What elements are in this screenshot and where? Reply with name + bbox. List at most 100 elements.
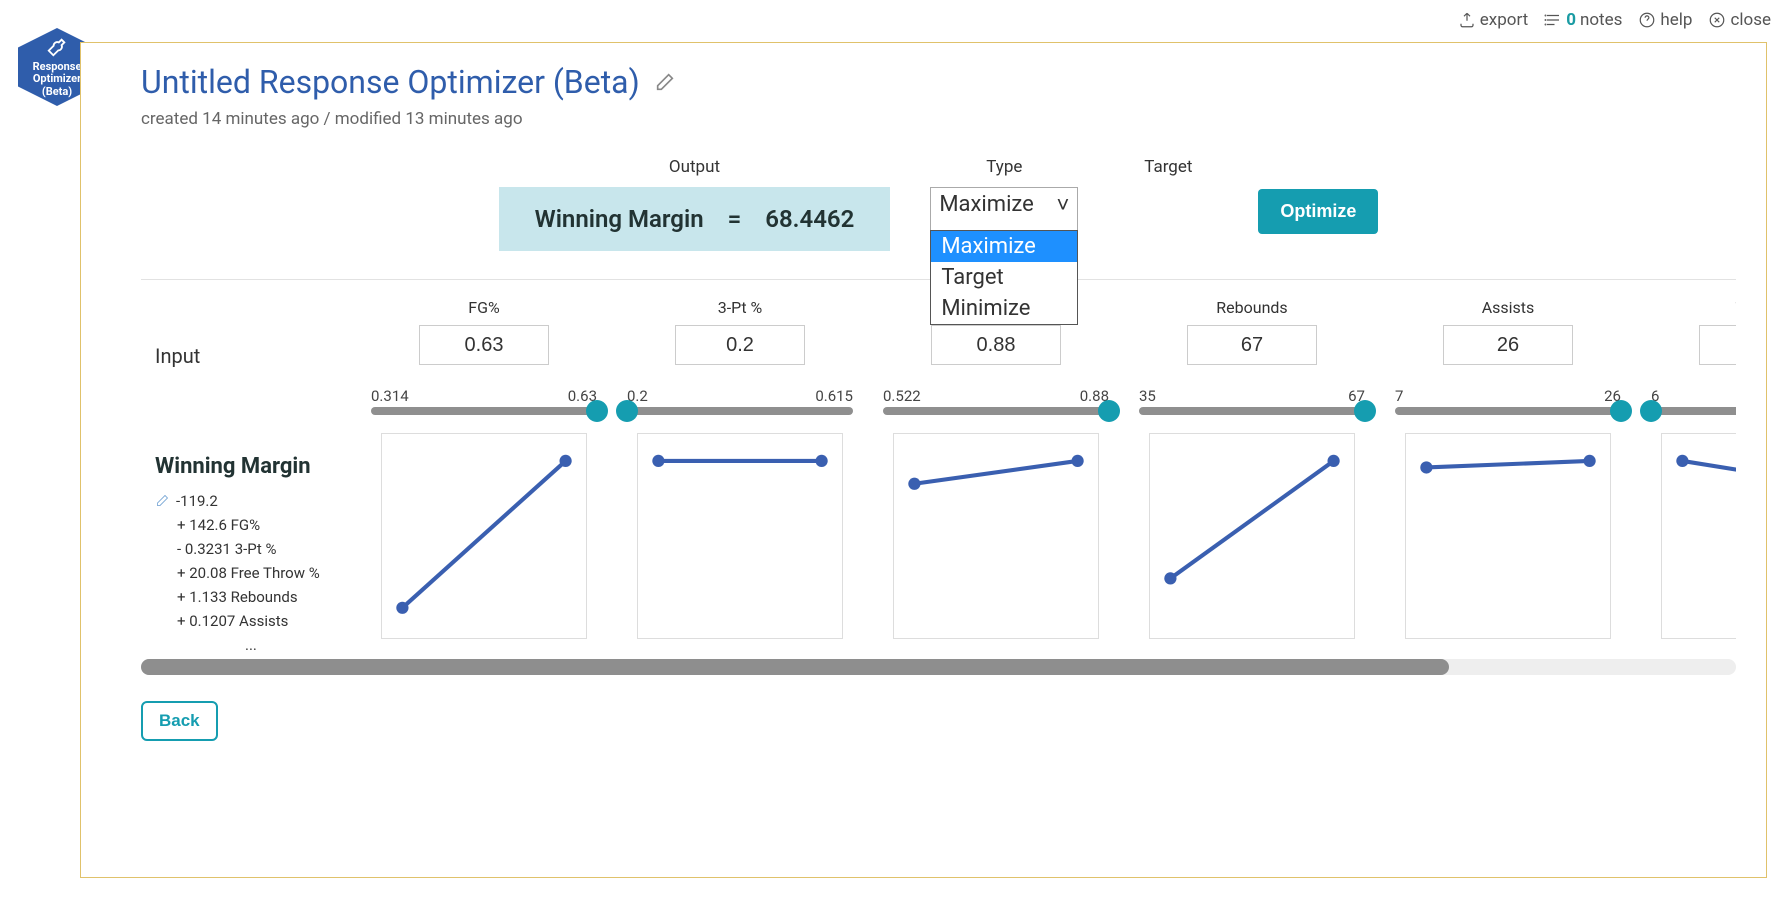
- export-icon: [1458, 11, 1476, 29]
- input-value-field[interactable]: [931, 325, 1061, 365]
- effect-chart: [1661, 433, 1736, 639]
- input-label: Rebounds: [1216, 298, 1287, 317]
- slider[interactable]: 0.3140.63: [371, 387, 597, 415]
- export-button[interactable]: export: [1458, 10, 1528, 30]
- formula-line: + 1.133 Rebounds: [177, 588, 298, 606]
- notes-button[interactable]: 0 notes: [1544, 10, 1622, 30]
- slider-min: 35: [1139, 387, 1156, 405]
- close-label: close: [1730, 10, 1771, 30]
- slider-track[interactable]: [1139, 407, 1365, 415]
- output-value: 68.4462: [765, 205, 854, 233]
- slider[interactable]: 0.20.615: [627, 387, 853, 415]
- input-value-field[interactable]: [1187, 325, 1317, 365]
- slider[interactable]: 726: [1395, 387, 1621, 415]
- effect-chart: [1149, 433, 1355, 639]
- input-value-field[interactable]: [1699, 325, 1736, 365]
- output-header: Output: [669, 157, 720, 177]
- slider-min: 0.522: [883, 387, 921, 405]
- input-col: Free Throw %0.5220.88: [883, 298, 1109, 639]
- slider-track[interactable]: [371, 407, 597, 415]
- badge-line3: (Beta): [42, 86, 72, 99]
- notes-count: 0: [1566, 10, 1576, 30]
- edit-title-icon[interactable]: [654, 71, 676, 93]
- input-col: Assists 726: [1395, 298, 1621, 639]
- optimize-button[interactable]: Optimize: [1258, 189, 1378, 234]
- slider-min: 0.314: [371, 387, 409, 405]
- effect-chart: [1405, 433, 1611, 639]
- input-columns: FG% 0.3140.63 3-Pt % 0.20.615 Free Throw %0.…: [371, 298, 1736, 639]
- formula-panel: Winning Margin -119.2 + 142.6 FG% - 0.32…: [155, 454, 365, 657]
- formula-line: + 142.6 FG%: [177, 516, 260, 534]
- slider-thumb[interactable]: [1098, 400, 1120, 422]
- effect-chart: [637, 433, 843, 639]
- type-option-maximize[interactable]: Maximize: [931, 231, 1077, 262]
- slider-track[interactable]: [883, 407, 1109, 415]
- formula-line: - 0.3231 3-Pt %: [177, 540, 276, 558]
- slider[interactable]: 0.5220.88: [883, 387, 1109, 415]
- formula-line: + 0.1207 Assists: [177, 612, 288, 630]
- slider-thumb[interactable]: [1610, 400, 1632, 422]
- input-value-field[interactable]: [419, 325, 549, 365]
- target-col: Target: [1118, 157, 1218, 177]
- effect-chart: [893, 433, 1099, 639]
- main-frame: Untitled Response Optimizer (Beta) creat…: [80, 42, 1767, 878]
- export-label: export: [1480, 10, 1528, 30]
- output-box: Winning Margin = 68.4462: [499, 187, 891, 251]
- close-icon: [1708, 11, 1726, 29]
- scrollbar-thumb[interactable]: [141, 659, 1449, 675]
- type-col: Type Maximize ˅ Maximize Target Minimize: [930, 157, 1078, 231]
- input-col: 3-Pt % 0.20.615: [627, 298, 853, 639]
- notes-label: notes: [1580, 10, 1622, 30]
- input-label: 3-Pt %: [718, 298, 763, 317]
- type-dropdown: Maximize Target Minimize: [930, 230, 1078, 325]
- slider[interactable]: 3567: [1139, 387, 1365, 415]
- edit-formula-icon[interactable]: [155, 493, 170, 508]
- input-col: FG% 0.3140.63: [371, 298, 597, 639]
- effect-chart: [381, 433, 587, 639]
- slider-track[interactable]: [1395, 407, 1621, 415]
- target-header: Target: [1144, 157, 1192, 177]
- type-select[interactable]: Maximize ˅: [930, 187, 1078, 231]
- wrench-icon: [46, 36, 68, 58]
- input-value-field[interactable]: [1443, 325, 1573, 365]
- formula-line: + 20.08 Free Throw %: [177, 564, 320, 582]
- formula-line: -119.2: [176, 492, 218, 510]
- formula-body: -119.2 + 142.6 FG% - 0.3231 3-Pt % + 20.…: [155, 489, 365, 657]
- input-label: Turnove: [1735, 298, 1736, 317]
- top-toolbar: export 0 notes help close: [1458, 10, 1771, 30]
- slider-thumb[interactable]: [1354, 400, 1376, 422]
- page-title[interactable]: Untitled Response Optimizer (Beta): [141, 63, 640, 101]
- back-button[interactable]: Back: [141, 701, 218, 741]
- slider-min: 7: [1395, 387, 1403, 405]
- optimize-col: Optimize: [1258, 157, 1378, 234]
- type-option-minimize[interactable]: Minimize: [931, 293, 1077, 324]
- help-icon: [1638, 11, 1656, 29]
- slider-thumb[interactable]: [616, 400, 638, 422]
- badge-line2: Optimizer: [33, 73, 81, 86]
- input-value-field[interactable]: [675, 325, 805, 365]
- help-button[interactable]: help: [1638, 10, 1692, 30]
- close-button[interactable]: close: [1708, 10, 1771, 30]
- slider-thumb[interactable]: [1640, 400, 1662, 422]
- type-header: Type: [986, 157, 1022, 177]
- notes-icon: [1544, 11, 1562, 29]
- slider-thumb[interactable]: [586, 400, 608, 422]
- output-col: Output Winning Margin = 68.4462: [499, 157, 891, 251]
- title-row: Untitled Response Optimizer (Beta): [141, 63, 1736, 101]
- inputs-zone: Input Winning Margin -119.2 + 142.6 FG% …: [141, 298, 1736, 675]
- slider-track[interactable]: [627, 407, 853, 415]
- type-option-target[interactable]: Target: [931, 262, 1077, 293]
- slider-track[interactable]: [1651, 407, 1736, 415]
- slider[interactable]: 6: [1651, 387, 1736, 415]
- slider-max: 0.615: [815, 387, 853, 405]
- input-col: Rebounds 3567: [1139, 298, 1365, 639]
- input-label: FG%: [468, 298, 499, 317]
- input-label: Assists: [1482, 298, 1535, 317]
- formula-header: Winning Margin: [155, 454, 365, 479]
- type-selected: Maximize: [939, 192, 1034, 217]
- horizontal-scrollbar[interactable]: [141, 659, 1736, 675]
- input-col: Turnove 6: [1651, 298, 1736, 639]
- help-label: help: [1660, 10, 1692, 30]
- timestamps: created 14 minutes ago / modified 13 min…: [141, 109, 1736, 129]
- output-eq: =: [728, 205, 742, 233]
